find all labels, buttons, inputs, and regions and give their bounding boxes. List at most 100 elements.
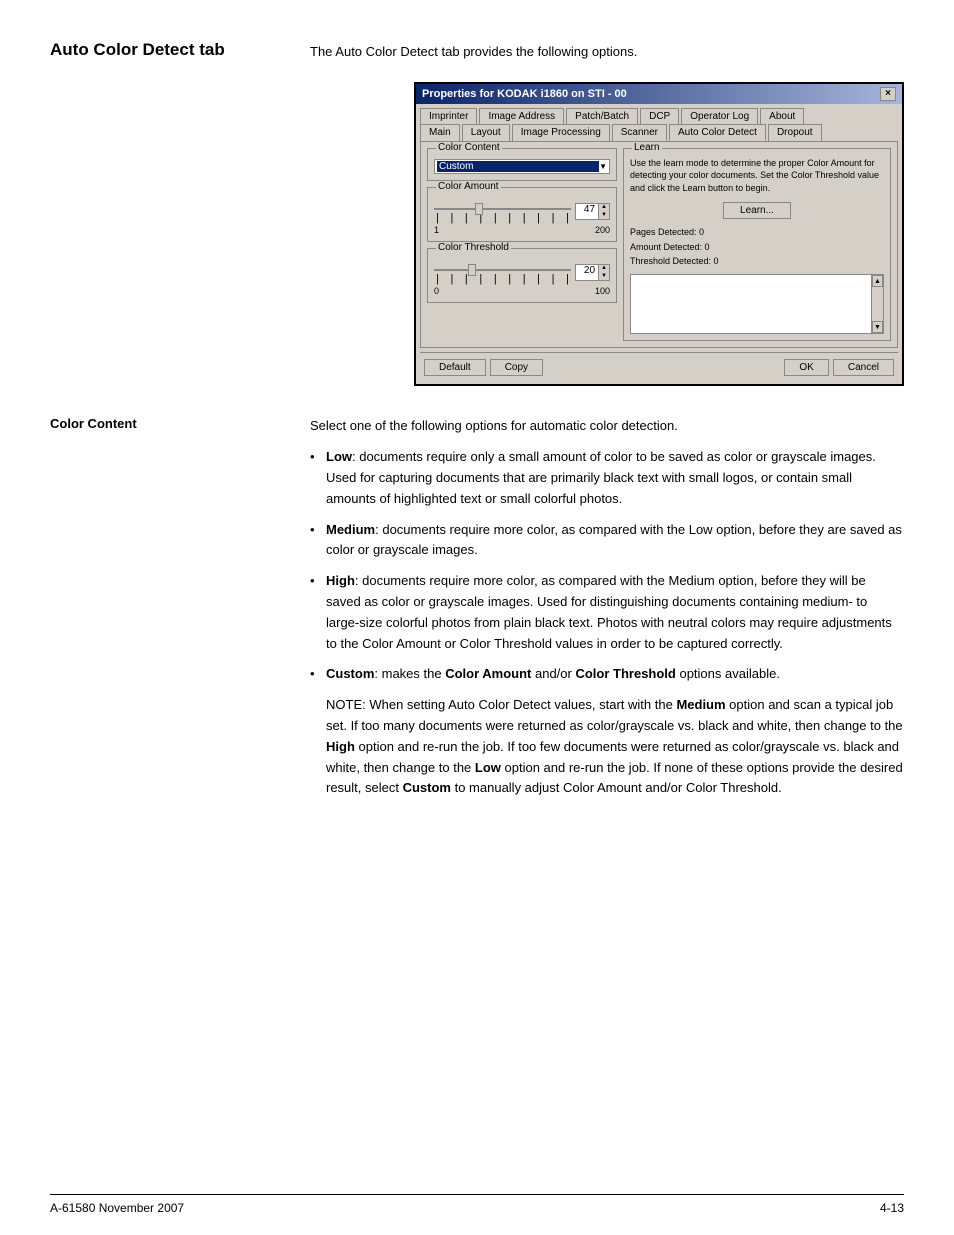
default-button[interactable]: Default (424, 359, 486, 376)
stats-area: Pages Detected: 0 Amount Detected: 0 Thr… (630, 225, 884, 268)
custom-options-text: options available. (676, 666, 780, 681)
scrollbar-up-button[interactable]: ▲ (872, 275, 883, 287)
color-amount-down-arrow[interactable]: ▼ (599, 212, 609, 219)
custom-color-amount-bold: Color Amount (445, 666, 531, 681)
color-amount-up-arrow[interactable]: ▲ (599, 204, 609, 211)
color-threshold-down-arrow[interactable]: ▼ (599, 273, 609, 280)
tab-dcp[interactable]: DCP (640, 108, 679, 124)
note-prefix: NOTE: When setting Auto Color Detect val… (326, 697, 676, 712)
dropdown-arrow-icon: ▼ (599, 162, 607, 171)
color-content-groupbox: Color Content Custom ▼ (427, 148, 617, 181)
tab-image-processing[interactable]: Image Processing (512, 124, 610, 141)
page-container: Auto Color Detect tab The Auto Color Det… (0, 0, 954, 1235)
tab-row-1: Imprinter Image Address Patch/Batch DCP … (420, 108, 898, 123)
color-amount-label: Color Amount (436, 181, 501, 192)
tab-auto-color-detect[interactable]: Auto Color Detect (669, 124, 766, 141)
color-content-label: Color Content (436, 142, 502, 153)
medium-text: : documents require more color, as compa… (326, 522, 902, 558)
list-item-medium: Medium: documents require more color, as… (310, 520, 904, 562)
learn-label: Learn (632, 142, 662, 153)
learn-groupbox: Learn Use the learn mode to determine th… (623, 148, 891, 342)
color-amount-max: 200 (595, 225, 610, 235)
low-text: : documents require only a small amount … (326, 449, 876, 506)
dialog-outer: Properties for KODAK i1860 on STI - 00 ×… (414, 82, 904, 387)
dialog-titlebar: Properties for KODAK i1860 on STI - 00 × (416, 84, 902, 104)
color-threshold-groupbox: Color Threshold ||||| ||||| (427, 248, 617, 303)
color-threshold-spinbox[interactable]: 20 ▲ ▼ (575, 264, 610, 280)
footer-left-buttons: Default Copy (424, 359, 543, 376)
cancel-button[interactable]: Cancel (833, 359, 894, 376)
color-threshold-max: 100 (595, 286, 610, 296)
tab-image-address[interactable]: Image Address (479, 108, 564, 124)
tab-main[interactable]: Main (420, 124, 460, 141)
color-amount-min: 1 (434, 225, 439, 235)
right-panel: Learn Use the learn mode to determine th… (623, 148, 891, 342)
tab-imprinter[interactable]: Imprinter (420, 108, 477, 124)
footer-left-text: A-61580 November 2007 (50, 1201, 184, 1215)
note-bold-low: Low (475, 760, 501, 775)
dropdown-selected-value: Custom (437, 161, 599, 172)
copy-button[interactable]: Copy (490, 359, 543, 376)
color-content-section-text: Select one of the following options for … (310, 416, 904, 799)
textarea-scrollbar[interactable]: ▲ ▼ (871, 275, 883, 333)
high-bold: High (326, 573, 355, 588)
color-amount-slider-thumb[interactable] (475, 203, 483, 215)
content-section: Color Content Select one of the followin… (50, 416, 904, 799)
custom-bold: Custom (326, 666, 374, 681)
dialog-title: Properties for KODAK i1860 on STI - 00 (422, 88, 627, 100)
page-footer: A-61580 November 2007 4-13 (50, 1194, 904, 1215)
note-bold-custom: Custom (403, 780, 451, 795)
tab-dropout[interactable]: Dropout (768, 124, 822, 141)
note-text4: to manually adjust Color Amount and/or C… (451, 780, 782, 795)
list-item-custom: Custom: makes the Color Amount and/or Co… (310, 664, 904, 685)
color-amount-slider-track (434, 208, 571, 210)
custom-color-threshold-bold: Color Threshold (575, 666, 675, 681)
low-bold: Low (326, 449, 352, 464)
custom-and-or: and/or (531, 666, 575, 681)
color-amount-spinbox[interactable]: 47 ▲ ▼ (575, 203, 610, 219)
learn-description: Use the learn mode to determine the prop… (630, 157, 884, 195)
note-bold-high: High (326, 739, 355, 754)
threshold-detected-stat: Threshold Detected: 0 (630, 254, 884, 268)
color-threshold-min: 0 (434, 286, 439, 296)
note-block: NOTE: When setting Auto Color Detect val… (326, 695, 904, 799)
list-item-high: High: documents require more color, as c… (310, 571, 904, 654)
color-threshold-value: 20 (576, 265, 598, 279)
tab-row-2: Main Layout Image Processing Scanner Aut… (420, 124, 898, 140)
tab-patch-batch[interactable]: Patch/Batch (566, 108, 638, 124)
color-amount-spin-arrows[interactable]: ▲ ▼ (598, 204, 609, 218)
color-content-section-row: Color Content Select one of the followin… (50, 416, 904, 799)
tab-about[interactable]: About (760, 108, 804, 124)
tab-layout[interactable]: Layout (462, 124, 510, 141)
footer-right-text: 4-13 (880, 1201, 904, 1215)
tab-content-area: Color Content Custom ▼ Col (420, 141, 898, 349)
color-threshold-ticks: ||||| ||||| (434, 273, 571, 285)
color-threshold-slider-wrapper: ||||| ||||| (434, 261, 571, 285)
tab-scanner[interactable]: Scanner (612, 124, 667, 141)
dialog-footer: Default Copy OK Cancel (420, 352, 898, 380)
medium-bold: Medium (326, 522, 375, 537)
color-threshold-spin-arrows[interactable]: ▲ ▼ (598, 265, 609, 279)
ok-button[interactable]: OK (784, 359, 828, 376)
custom-text-intro: : makes the (374, 666, 445, 681)
learn-button[interactable]: Learn... (723, 202, 791, 219)
color-threshold-up-arrow[interactable]: ▲ (599, 265, 609, 272)
dialog-close-button[interactable]: × (880, 87, 896, 101)
color-threshold-slider-track (434, 269, 571, 271)
color-amount-ticks: ||||| ||||| (434, 212, 571, 224)
color-amount-groupbox: Color Amount ||||| ||||| (427, 187, 617, 242)
bullet-list: Low: documents require only a small amou… (310, 447, 904, 685)
amount-detected-stat: Amount Detected: 0 (630, 240, 884, 254)
section-description: The Auto Color Detect tab provides the f… (310, 40, 904, 62)
color-amount-slider-wrapper: ||||| ||||| (434, 200, 571, 224)
scrollbar-down-button[interactable]: ▼ (872, 321, 883, 333)
tab-operator-log[interactable]: Operator Log (681, 108, 758, 124)
color-content-dropdown[interactable]: Custom ▼ (434, 159, 610, 174)
color-content-section-label: Color Content (50, 416, 310, 799)
dialog-window: Properties for KODAK i1860 on STI - 00 ×… (414, 82, 904, 387)
color-content-intro: Select one of the following options for … (310, 416, 904, 437)
color-threshold-slider-thumb[interactable] (468, 264, 476, 276)
header-row: Auto Color Detect tab The Auto Color Det… (50, 40, 904, 62)
pages-detected-stat: Pages Detected: 0 (630, 225, 884, 239)
note-bold-medium: Medium (676, 697, 725, 712)
